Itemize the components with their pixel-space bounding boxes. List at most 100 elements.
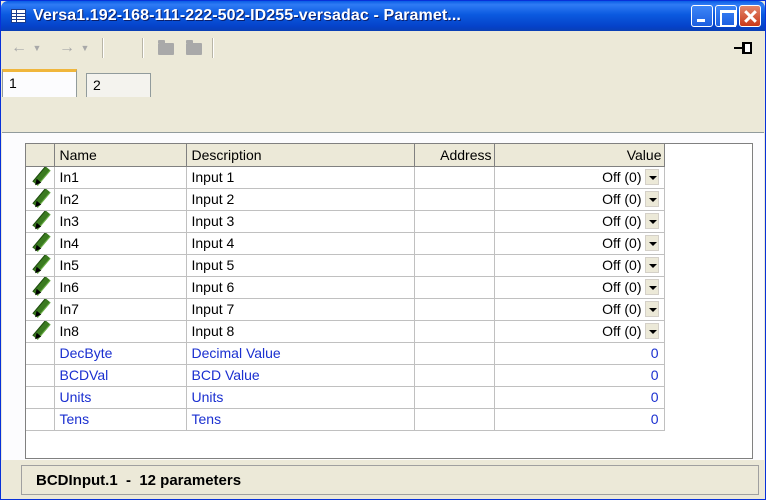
table-row[interactable]: Units Units 0 xyxy=(26,386,665,409)
param-name: DecByte xyxy=(54,342,187,365)
param-description: Input 3 xyxy=(186,210,415,233)
param-name: In7 xyxy=(54,298,187,321)
tab-2[interactable]: 2 xyxy=(86,73,151,97)
chevron-down-icon[interactable] xyxy=(644,191,659,207)
table-row[interactable]: In1 Input 1 Off (0) xyxy=(26,165,665,189)
table-row[interactable]: In8 Input 8 Off (0) xyxy=(26,320,665,343)
table-row[interactable]: In4 Input 4 Off (0) xyxy=(26,232,665,255)
param-value: Off (0) xyxy=(602,301,642,317)
param-value: 0 xyxy=(494,408,665,431)
param-value: 0 xyxy=(494,342,665,365)
param-value: Off (0) xyxy=(602,279,642,295)
tab-strip: 1 2 xyxy=(2,65,764,105)
param-address[interactable] xyxy=(414,254,495,277)
param-description: Input 4 xyxy=(186,232,415,255)
param-address[interactable] xyxy=(414,298,495,321)
column-header-address[interactable]: Address xyxy=(414,144,495,167)
param-address[interactable] xyxy=(414,386,495,409)
maximize-button[interactable] xyxy=(715,5,737,27)
param-address[interactable] xyxy=(414,188,495,211)
param-description: Input 2 xyxy=(186,188,415,211)
column-header-value[interactable]: Value xyxy=(494,144,665,167)
status-bar: BCDInput.1 - 12 parameters xyxy=(21,465,759,495)
param-value-dropdown[interactable]: Off (0) xyxy=(494,298,665,321)
param-name: In6 xyxy=(54,276,187,299)
edit-pencil-icon xyxy=(26,320,55,343)
param-value-dropdown[interactable]: Off (0) xyxy=(494,188,665,211)
pin-icon[interactable] xyxy=(734,41,754,55)
param-name: In4 xyxy=(54,232,187,255)
param-name: In3 xyxy=(54,210,187,233)
folder-icon[interactable] xyxy=(186,40,202,55)
table-row[interactable]: In5 Input 5 Off (0) xyxy=(26,254,665,277)
param-name: Tens xyxy=(54,408,187,431)
param-value: Off (0) xyxy=(602,191,642,207)
param-value-dropdown[interactable]: Off (0) xyxy=(494,232,665,255)
header-icon-cell xyxy=(26,144,55,167)
param-name: In8 xyxy=(54,320,187,343)
toolbar-separator xyxy=(142,38,144,58)
param-name: BCDVal xyxy=(54,364,187,387)
param-description: Input 1 xyxy=(186,166,415,189)
param-description: BCD Value xyxy=(186,364,415,387)
row-icon-cell xyxy=(26,364,55,387)
folder-icon[interactable] xyxy=(158,40,174,55)
chevron-down-icon[interactable] xyxy=(644,323,659,339)
param-address[interactable] xyxy=(414,320,495,343)
chevron-down-icon[interactable] xyxy=(644,169,659,185)
row-icon-cell xyxy=(26,386,55,409)
param-value: Off (0) xyxy=(602,257,642,273)
param-address[interactable] xyxy=(414,408,495,431)
chevron-down-icon[interactable]: ▼ xyxy=(32,37,42,59)
table-row[interactable]: In6 Input 6 Off (0) xyxy=(26,276,665,299)
column-header-description[interactable]: Description xyxy=(186,144,415,167)
param-name: In1 xyxy=(54,166,187,189)
table-row[interactable]: In3 Input 3 Off (0) xyxy=(26,210,665,233)
param-value-dropdown[interactable]: Off (0) xyxy=(494,320,665,343)
param-value-dropdown[interactable]: Off (0) xyxy=(494,254,665,277)
edit-pencil-icon xyxy=(26,188,55,211)
param-address[interactable] xyxy=(414,276,495,299)
forward-arrow-icon[interactable]: → xyxy=(56,37,78,59)
edit-pencil-icon xyxy=(26,210,55,233)
param-description: Tens xyxy=(186,408,415,431)
table-row[interactable]: BCDVal BCD Value 0 xyxy=(26,364,665,387)
chevron-down-icon[interactable] xyxy=(644,235,659,251)
chevron-down-icon[interactable] xyxy=(644,279,659,295)
param-value-dropdown[interactable]: Off (0) xyxy=(493,165,665,189)
param-address[interactable] xyxy=(414,232,495,255)
toolbar-separator xyxy=(102,38,104,58)
edit-pencil-icon xyxy=(26,254,55,277)
param-description: Units xyxy=(186,386,415,409)
table-row[interactable]: In2 Input 2 Off (0) xyxy=(26,188,665,211)
param-address[interactable] xyxy=(414,342,495,365)
param-address[interactable] xyxy=(414,364,495,387)
table-row[interactable]: DecByte Decimal Value 0 xyxy=(26,342,665,365)
chevron-down-icon[interactable] xyxy=(644,257,659,273)
chevron-down-icon[interactable] xyxy=(644,213,659,229)
param-description: Decimal Value xyxy=(186,342,415,365)
param-description: Input 6 xyxy=(186,276,415,299)
back-arrow-icon[interactable]: ← xyxy=(8,37,30,59)
param-description: Input 7 xyxy=(186,298,415,321)
chevron-down-icon[interactable]: ▼ xyxy=(80,37,90,59)
param-address[interactable] xyxy=(414,166,495,189)
chevron-down-icon[interactable] xyxy=(644,301,659,317)
param-name: In5 xyxy=(54,254,187,277)
param-address[interactable] xyxy=(414,210,495,233)
param-value-dropdown[interactable]: Off (0) xyxy=(494,276,665,299)
param-value-dropdown[interactable]: Off (0) xyxy=(494,210,665,233)
param-value: Off (0) xyxy=(602,235,642,251)
param-name: Units xyxy=(54,386,187,409)
table-row[interactable]: Tens Tens 0 xyxy=(26,408,665,431)
toolbar-separator xyxy=(212,38,214,58)
edit-pencil-icon xyxy=(26,232,55,255)
column-header-name[interactable]: Name xyxy=(54,144,187,167)
minimize-button[interactable] xyxy=(691,5,713,27)
param-value: 0 xyxy=(494,364,665,387)
close-button[interactable] xyxy=(739,5,761,27)
title-bar[interactable]: Versa1.192-168-111-222-502-ID255-versada… xyxy=(1,1,765,31)
parameter-window: Versa1.192-168-111-222-502-ID255-versada… xyxy=(0,0,766,500)
table-row[interactable]: In7 Input 7 Off (0) xyxy=(26,298,665,321)
tab-1[interactable]: 1 xyxy=(2,69,77,97)
